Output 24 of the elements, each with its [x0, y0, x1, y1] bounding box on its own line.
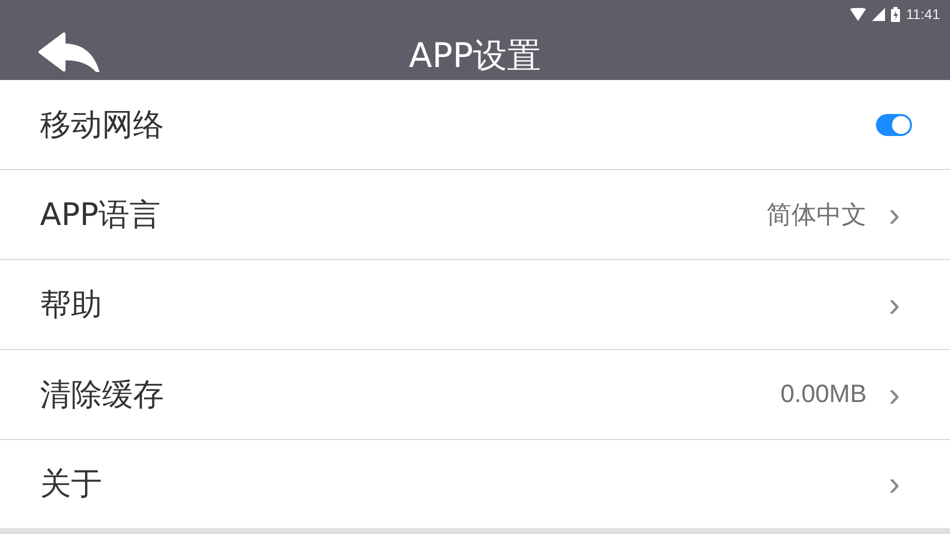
battery-icon	[891, 6, 900, 22]
setting-value: 简体中文	[766, 200, 867, 231]
chevron-icon: ›	[888, 198, 900, 232]
settings-row[interactable]: APP语言 简体中文 ›	[0, 170, 950, 260]
setting-label: 帮助	[40, 286, 103, 324]
setting-label: 移动网络	[40, 106, 165, 144]
setting-label: APP语言	[40, 196, 162, 234]
chevron-icon: ›	[888, 378, 900, 412]
setting-value: 0.00MB	[780, 380, 867, 409]
settings-row[interactable]: 移动网络	[0, 80, 950, 170]
chevron-icon: ›	[888, 288, 900, 322]
setting-label: 清除缓存	[40, 376, 165, 414]
wifi-icon	[850, 8, 866, 20]
settings-row[interactable]: 关于 ›	[0, 440, 950, 528]
toggle-switch[interactable]	[876, 114, 912, 136]
page-title: APP设置	[408, 39, 542, 73]
settings-row[interactable]: 帮助 ›	[0, 260, 950, 350]
back-arrow-icon	[38, 32, 100, 72]
status-time: 11:41	[906, 6, 940, 22]
setting-label: 关于	[40, 465, 103, 504]
signal-icon	[872, 8, 885, 20]
chevron-icon: ›	[888, 467, 900, 501]
back-button[interactable]	[38, 32, 100, 74]
settings-row[interactable]: 清除缓存 0.00MB ›	[0, 350, 950, 440]
